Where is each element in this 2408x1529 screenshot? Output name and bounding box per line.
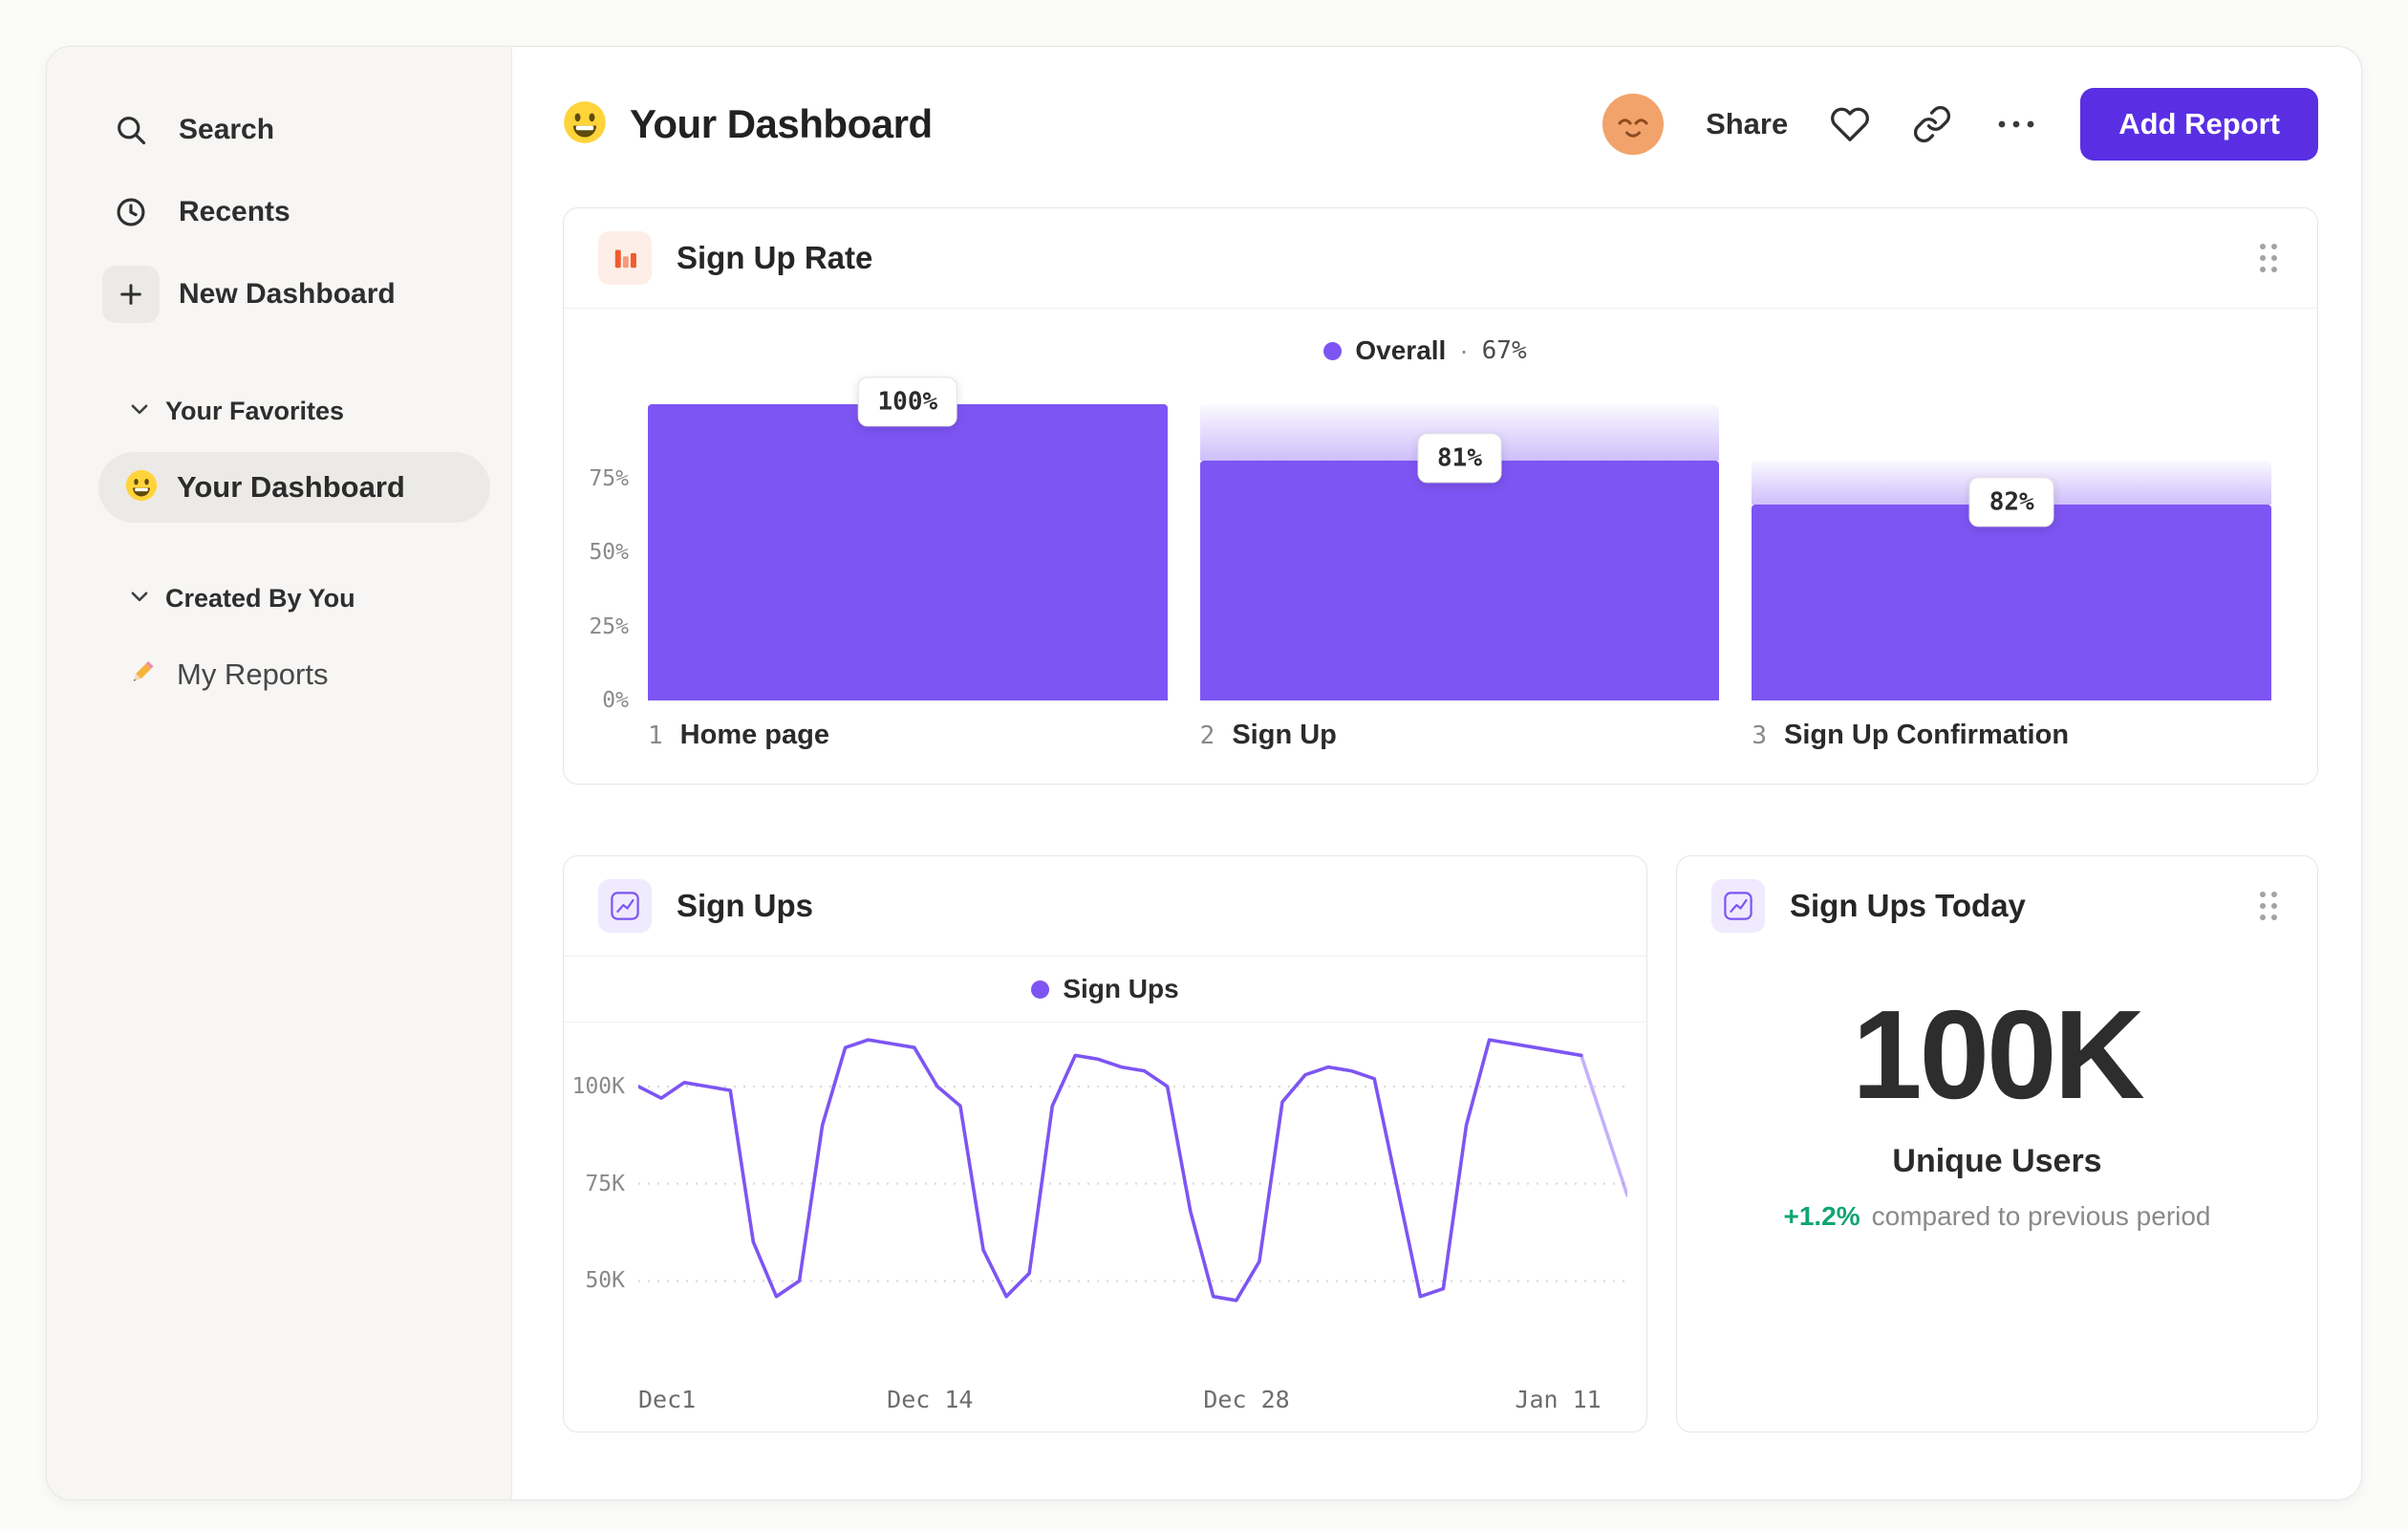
funnel-legend-separator: · <box>1459 335 1469 365</box>
funnel-legend-value: 67% <box>1481 336 1527 365</box>
line-chart: 100K 75K 50K Dec1 Dec 14 Dec 28 Jan 11 <box>564 1023 1646 1432</box>
metric-value: 100K <box>1852 984 2145 1125</box>
funnel-value-chip: 81% <box>1417 433 1502 484</box>
bar-chart-icon <box>598 231 652 285</box>
page-title: Your Dashboard <box>630 101 933 146</box>
funnel-card-title: Sign Up Rate <box>677 240 873 275</box>
line-legend: Sign Ups <box>564 957 1646 1023</box>
legend-dot-icon <box>1031 980 1050 999</box>
funnel-step-label: 2 Sign Up <box>1199 720 1337 750</box>
heart-icon[interactable] <box>1830 104 1870 144</box>
funnel-card-header: Sign Up Rate <box>564 208 2317 309</box>
cards-row: Sign Ups Sign Ups 100K 75K 50K Dec1 Dec 14 D… <box>563 855 2318 1432</box>
add-report-button[interactable]: Add Report <box>2080 88 2318 161</box>
sidebar: Search Recents New Dashboard Your Favori… <box>47 47 512 1499</box>
sidebar-search-label: Search <box>179 114 275 145</box>
sign-ups-card: Sign Ups Sign Ups 100K 75K 50K Dec1 Dec 14 D… <box>563 855 1647 1432</box>
smiley-emoji-icon <box>125 469 158 506</box>
line-legend-label: Sign Ups <box>1063 974 1179 1003</box>
metric-delta: +1.2% compared to previous period <box>1783 1201 2210 1232</box>
favorite-item-label: Your Dashboard <box>177 470 405 504</box>
sidebar-recents-label: Recents <box>179 196 290 227</box>
funnel-legend-label: Overall <box>1355 335 1447 365</box>
created-item-label: My Reports <box>177 657 329 691</box>
link-icon[interactable] <box>1912 104 1952 144</box>
favorites-section-label: Your Favorites <box>165 396 345 425</box>
favorites-section-toggle[interactable]: Your Favorites <box>47 387 511 435</box>
funnel-plot: 100% 81% 82% <box>648 377 2272 700</box>
line-card-title: Sign Ups <box>677 888 814 923</box>
line-chart-svg[interactable] <box>638 1036 1627 1367</box>
funnel-bar-1[interactable]: 100% <box>648 377 1168 700</box>
sign-ups-today-card: Sign Ups Today 100K Unique Users +1.2% c… <box>1676 855 2318 1432</box>
funnel-value-chip: 100% <box>857 377 958 427</box>
avatar[interactable] <box>1602 94 1665 155</box>
drag-handle-icon[interactable] <box>2254 886 2283 926</box>
sidebar-new-dashboard-label: New Dashboard <box>179 278 396 310</box>
delta-percent: +1.2% <box>1783 1201 1860 1231</box>
dashboard-header: Your Dashboard Share Add Report <box>563 85 2318 163</box>
share-button[interactable]: Share <box>1706 107 1788 141</box>
smiley-emoji-icon <box>563 100 607 149</box>
chevron-down-icon <box>131 402 148 420</box>
line-chart-icon <box>598 879 652 933</box>
created-by-you-section: Created By You My Reports <box>47 574 511 710</box>
delta-description: compared to previous period <box>1871 1201 2211 1231</box>
created-section-label: Created By You <box>165 583 355 613</box>
funnel-step-label: 1 Home page <box>648 720 829 750</box>
more-options-icon[interactable] <box>1994 115 2038 134</box>
metric-card-title: Sign Ups Today <box>1790 888 2026 923</box>
funnel-chart: Overall · 67% 75% 50% 25% 0% 100% 81% 82% 1 Ho… <box>564 309 2317 784</box>
legend-dot-icon <box>1323 341 1343 360</box>
line-card-header: Sign Ups <box>564 856 1646 957</box>
funnel-bar-2[interactable]: 81% <box>1199 404 1720 700</box>
metric-body: 100K Unique Users +1.2% compared to prev… <box>1677 956 2317 1432</box>
main-content: Your Dashboard Share Add Report Sign Up … <box>512 47 2361 1499</box>
header-actions: Share Add Report <box>1602 88 2318 161</box>
chevron-down-icon <box>131 590 148 607</box>
search-icon <box>100 113 161 147</box>
plus-icon <box>102 266 160 323</box>
funnel-bar-3[interactable]: 82% <box>1752 404 2272 700</box>
drag-handle-icon[interactable] <box>2254 238 2283 278</box>
line-chart-icon <box>1711 879 1765 933</box>
pencil-icon <box>125 657 158 694</box>
sidebar-item-your-dashboard[interactable]: Your Dashboard <box>98 452 490 523</box>
line-x-axis: Dec1 Dec 14 Dec 28 Jan 11 <box>638 1386 1602 1413</box>
funnel-step-label: 3 Sign Up Confirmation <box>1752 720 2070 750</box>
funnel-legend: Overall · 67% <box>579 335 2271 366</box>
sign-up-rate-card: Sign Up Rate Overall · 67% 75% 50% 25% 0% 1… <box>563 207 2318 785</box>
funnel-y-axis: 75% 50% 25% 0% <box>589 465 629 714</box>
title-group: Your Dashboard <box>563 100 933 149</box>
clock-icon <box>100 195 161 229</box>
sidebar-item-search[interactable]: Search <box>47 89 511 171</box>
favorites-section: Your Favorites Your Dashboard <box>47 387 511 523</box>
metric-label: Unique Users <box>1892 1143 2102 1179</box>
sidebar-item-recents[interactable]: Recents <box>47 171 511 253</box>
app-window: Search Recents New Dashboard Your Favori… <box>46 46 2362 1500</box>
sidebar-item-new-dashboard[interactable]: New Dashboard <box>47 253 511 335</box>
sidebar-item-my-reports[interactable]: My Reports <box>98 639 490 710</box>
metric-card-header: Sign Ups Today <box>1677 856 2317 956</box>
funnel-value-chip: 82% <box>1968 477 2054 528</box>
created-section-toggle[interactable]: Created By You <box>47 574 511 622</box>
line-y-axis: 100K 75K 50K <box>571 1073 625 1294</box>
funnel-labels: 1 Home page 2 Sign Up 3 Sign Up Confirmation <box>579 720 2271 751</box>
